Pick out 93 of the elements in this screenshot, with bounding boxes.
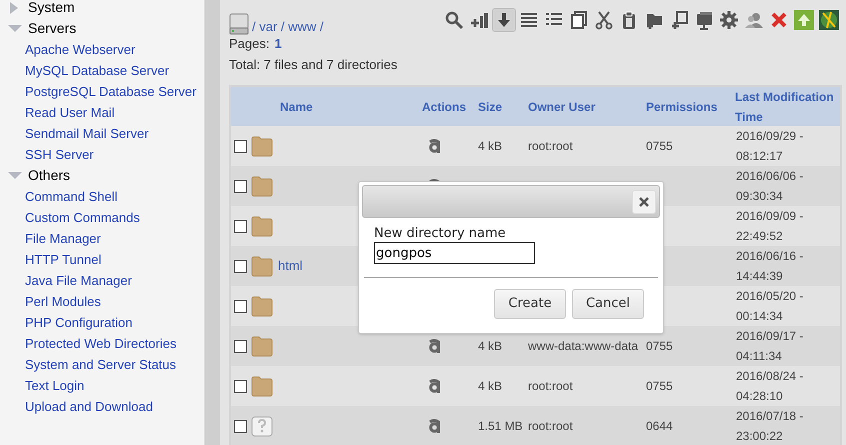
column-header[interactable]: Permissions (644, 98, 732, 116)
sidebar-link[interactable]: Sendmail Mail Server (8, 123, 204, 144)
checkbox[interactable] (234, 380, 247, 392)
permissions: 0755 (646, 379, 673, 393)
file-size: 4 kB (478, 139, 502, 153)
field-label: New directory name (374, 226, 507, 242)
lines-icon (519, 10, 539, 30)
column-header[interactable]: Last Modification Time (732, 87, 840, 127)
action-icon[interactable] (428, 139, 442, 153)
total-summary: Total: 7 files and 7 directories (229, 57, 398, 73)
sidebar-link[interactable]: Custom Commands (8, 207, 204, 228)
modified-time: 2016/06/16 - 14:44:39 (736, 249, 804, 283)
sidebar-link[interactable]: Java File Manager (8, 270, 204, 291)
file-link[interactable]: html (278, 258, 303, 274)
column-header[interactable]: Name (275, 98, 420, 116)
modified-time: 2016/09/17 - 04:11:34 (736, 329, 804, 363)
sidebar-link[interactable]: HTTP Tunnel (8, 249, 204, 270)
section-header[interactable]: System (28, 0, 75, 18)
sidebar-link[interactable]: Text Login (8, 375, 204, 396)
copy-icon (569, 10, 589, 30)
modified-time: 2016/09/09 - 22:49:52 (736, 209, 804, 243)
scrollbar[interactable] (205, 0, 220, 445)
column-header[interactable]: Owner User (526, 98, 644, 116)
dialog-button[interactable]: Create (494, 289, 566, 319)
sidebar-link[interactable]: SSH Server (8, 144, 204, 165)
column-header[interactable]: Actions (420, 98, 476, 116)
pages-label: Pages: (229, 36, 270, 52)
action-icon[interactable] (428, 379, 442, 393)
sidebar-link[interactable]: PostgreSQL Database Server (8, 81, 204, 102)
modified-time: 2016/09/29 - 08:12:17 (736, 129, 804, 163)
folder-icon (251, 216, 273, 236)
file-size: 4 kB (478, 339, 502, 353)
permissions: 0755 (646, 339, 673, 353)
modified-time: 2016/06/06 - 09:30:34 (736, 169, 804, 203)
checkbox[interactable] (234, 180, 247, 192)
directory-name-input[interactable]: gongpos (374, 242, 535, 264)
sidebar-link[interactable]: File Manager (8, 228, 204, 249)
folder-icon (251, 136, 273, 156)
checkbox[interactable] (234, 140, 247, 152)
section-header[interactable]: Others (28, 165, 70, 186)
folder-icon (251, 296, 273, 316)
sidebar-link[interactable]: Read User Mail (8, 102, 204, 123)
sidebar-link[interactable]: Perl Modules (8, 291, 204, 312)
folder-icon (251, 336, 273, 356)
close-icon (769, 10, 789, 30)
section-header[interactable]: Servers (28, 18, 76, 39)
action-icon[interactable] (428, 419, 442, 433)
permissions: 0755 (646, 139, 673, 153)
owner-user: root:root (528, 379, 573, 393)
sidebar-link[interactable]: MySQL Database Server (8, 60, 204, 81)
sidebar-link[interactable]: Command Shell (8, 186, 204, 207)
owner-user: root:root (528, 419, 573, 433)
action-icon[interactable] (428, 339, 442, 353)
checkbox[interactable] (234, 300, 247, 312)
checkbox[interactable] (234, 260, 247, 272)
folder-icon (251, 256, 273, 276)
sidebar-link[interactable]: Protected Web Directories (8, 333, 204, 354)
modified-time: 2016/08/24 - 04:28:10 (736, 369, 804, 403)
owner-user: root:root (528, 139, 573, 153)
dialog-button[interactable]: Cancel (572, 289, 644, 319)
plus-bar-icon (469, 10, 489, 30)
search-icon (444, 10, 464, 30)
sidebar-link[interactable]: Apache Webserver (8, 39, 204, 60)
close-icon (639, 196, 649, 206)
folder-icon (251, 176, 273, 196)
upload-icon (794, 10, 814, 30)
toolbar-button[interactable] (717, 8, 741, 32)
sidebar-link[interactable]: Upload and Download (8, 396, 204, 417)
unknown-file-icon (251, 416, 273, 436)
toolbar-button[interactable] (817, 8, 841, 32)
column-header[interactable]: Size (476, 98, 526, 116)
modified-time: 2016/07/18 - 23:00:22 (736, 409, 804, 443)
checkbox[interactable] (234, 220, 247, 232)
settings-icon (719, 10, 739, 30)
folder-icon (251, 376, 273, 396)
drive-icon (229, 13, 249, 35)
sidebar-link[interactable]: System and Server Status (8, 354, 204, 375)
toolbar-button[interactable] (492, 8, 516, 32)
checkbox[interactable] (234, 340, 247, 352)
file-plus-icon (669, 10, 689, 30)
checkbox[interactable] (234, 420, 247, 432)
users-icon (744, 10, 764, 30)
sidebar-link[interactable]: PHP Configuration (8, 312, 204, 333)
close-button[interactable] (632, 190, 656, 214)
monitor-icon (694, 10, 714, 30)
scissors-icon (594, 10, 614, 30)
file-size: 1.51 MB (478, 419, 523, 433)
modified-time: 2016/05/20 - 00:14:34 (736, 289, 804, 323)
page-link[interactable]: 1 (274, 36, 282, 52)
breadcrumb-path[interactable]: / var / www / (252, 19, 324, 35)
file-size: 4 kB (478, 379, 502, 393)
owner-user: www-data:www-data (528, 339, 638, 353)
permissions: 0644 (646, 419, 673, 433)
